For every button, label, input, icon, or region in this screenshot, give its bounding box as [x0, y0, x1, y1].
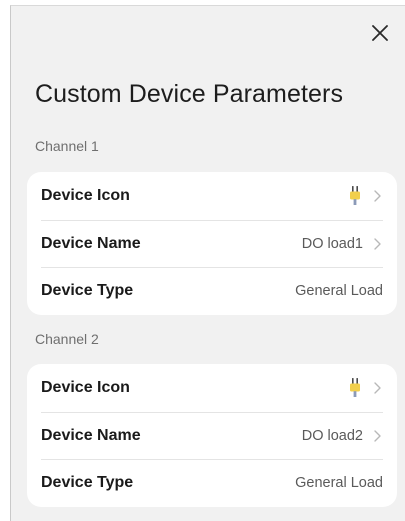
channel-2-device-name-row[interactable]: Device Name DO load2 — [41, 411, 383, 460]
device-name-value: DO load1 — [301, 235, 363, 252]
device-type-value: General Load — [295, 475, 383, 492]
channel-2-label: Channel 2 — [35, 331, 99, 347]
channel-2-device-type-row: Device Type General Load — [41, 459, 383, 507]
chevron-right-icon — [374, 190, 381, 202]
custom-device-parameters-dialog: Custom Device Parameters Channel 1 Devic… — [10, 5, 405, 521]
close-button[interactable] — [369, 22, 391, 44]
page-title: Custom Device Parameters — [35, 80, 344, 108]
channel-2-card: Device Icon Device Name DO load2 Device … — [27, 364, 397, 507]
chevron-right-icon — [374, 430, 381, 442]
chevron-right-icon — [374, 238, 381, 250]
channel-1-device-type-row: Device Type General Load — [41, 267, 383, 315]
device-name-label: Device Name — [41, 426, 141, 444]
device-name-label: Device Name — [41, 234, 141, 252]
device-type-label: Device Type — [41, 474, 134, 492]
device-type-label: Device Type — [41, 282, 134, 300]
device-icon-label: Device Icon — [41, 378, 130, 396]
chevron-right-icon — [374, 382, 381, 394]
channel-1-label: Channel 1 — [35, 138, 99, 154]
device-icon-label: Device Icon — [41, 186, 130, 204]
channel-1-device-icon-row[interactable]: Device Icon — [41, 172, 383, 220]
plug-icon — [350, 185, 360, 205]
close-icon — [372, 25, 388, 41]
channel-1-card: Device Icon Device Name DO load1 Device … — [27, 172, 397, 315]
channel-2-device-icon-row[interactable]: Device Icon — [41, 364, 383, 412]
channel-1-device-name-row[interactable]: Device Name DO load1 — [41, 219, 383, 268]
plug-icon — [350, 377, 360, 397]
device-type-value: General Load — [295, 283, 383, 300]
device-name-value: DO load2 — [301, 427, 363, 444]
